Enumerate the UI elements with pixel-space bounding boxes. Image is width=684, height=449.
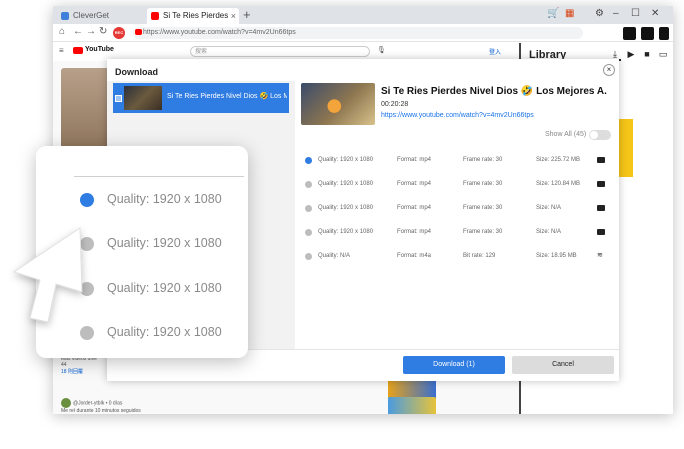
- quality-label: Quality: 1920 x 1080: [107, 281, 222, 295]
- format-radio[interactable]: [305, 229, 312, 236]
- format-cell: Format: mp4: [397, 181, 432, 187]
- quality-cell: Quality: 1920 x 1080: [318, 205, 374, 211]
- dialog-title: Download: [115, 67, 158, 77]
- size-cell: Size: N/A: [536, 229, 562, 235]
- film-icon[interactable]: ▭: [657, 49, 669, 61]
- url-field[interactable]: https://www.youtube.com/watch?v=4mv2Un66…: [133, 27, 583, 39]
- show-all-toggle[interactable]: [589, 130, 611, 140]
- quality-cell: Quality: N/A: [318, 253, 351, 259]
- youtube-search-input[interactable]: 搜索: [190, 46, 370, 57]
- youtube-icon[interactable]: ▶: [625, 49, 637, 61]
- size-cell: Size: 120.84 MB: [536, 181, 581, 187]
- mouse-cursor-icon: [12, 227, 83, 323]
- item-checkbox[interactable]: [115, 95, 122, 102]
- library-toggle-icon[interactable]: [659, 27, 669, 40]
- back-icon[interactable]: ←: [73, 26, 83, 37]
- item-thumbnail: [124, 86, 162, 110]
- format-row[interactable]: Quality: N/A Format: m4a Bit rate: 129 S…: [295, 245, 619, 269]
- size-cell: Size: 18.95 MB: [536, 253, 577, 259]
- youtube-icon: [135, 29, 142, 35]
- download-list-item[interactable]: Si Te Ries Pierdes Nivel Dios 🤣 Los Mejo…: [113, 83, 289, 113]
- cart-icon[interactable]: 🛒: [547, 8, 559, 19]
- video-icon: [597, 229, 605, 235]
- video-url[interactable]: https://www.youtube.com/watch?v=4mv2Un66…: [381, 112, 534, 119]
- format-row[interactable]: Quality: 1920 x 1080 Format: mp4 Frame r…: [295, 197, 619, 221]
- format-cell: Format: mp4: [397, 205, 432, 211]
- youtube-icon: [73, 47, 83, 54]
- address-bar: ⌂ ← → ↻ REC https://www.youtube.com/watc…: [53, 24, 673, 42]
- rec-button[interactable]: REC: [113, 27, 125, 39]
- download-options: Si Te Ries Pierdes Nivel Dios 🤣 Los Mejo…: [295, 81, 619, 349]
- quality-label: Quality: 1920 x 1080: [107, 192, 222, 206]
- video-duration: 00:20:28: [381, 101, 409, 108]
- tab-youtube-video[interactable]: Si Te Ries Pierdes Nive ×: [147, 8, 239, 36]
- show-all-label: Show All (45): [545, 131, 587, 138]
- format-row[interactable]: Quality: 1920 x 1080 Format: mp4 Frame r…: [295, 149, 619, 173]
- signin-button[interactable]: 登入: [489, 47, 501, 56]
- avatar: [61, 398, 71, 408]
- cancel-button[interactable]: Cancel: [512, 356, 614, 374]
- youtube-icon: [151, 12, 159, 20]
- window-close-icon[interactable]: ✕: [651, 8, 659, 19]
- quality-cell: Quality: 1920 x 1080: [318, 157, 374, 163]
- video-icon[interactable]: ■: [641, 49, 653, 61]
- tab-cleverget[interactable]: CleverGet: [57, 8, 145, 24]
- quality-cell: Quality: 1920 x 1080: [318, 181, 374, 187]
- quality-label: Quality: 1920 x 1080: [107, 325, 222, 339]
- format-radio[interactable]: [305, 205, 312, 212]
- format-radio[interactable]: [80, 193, 94, 207]
- frame-rate-cell: Frame rate: 30: [463, 157, 503, 163]
- lock-icon[interactable]: [623, 27, 636, 40]
- download-button[interactable]: Download (1): [403, 356, 505, 374]
- frame-rate-cell: Frame rate: 30: [463, 181, 503, 187]
- format-radio[interactable]: [305, 157, 312, 164]
- size-cell: Size: N/A: [536, 205, 562, 211]
- video-icon: [597, 205, 605, 211]
- maximize-icon[interactable]: ☐: [631, 8, 640, 19]
- format-radio[interactable]: [305, 181, 312, 188]
- minimize-icon[interactable]: –: [613, 8, 619, 19]
- video-icon: [597, 157, 605, 163]
- format-cell: Format: mp4: [397, 229, 432, 235]
- item-name: Si Te Ries Pierdes Nivel Dios 🤣 Los Mejo…: [167, 93, 287, 100]
- home-icon[interactable]: ⌂: [59, 26, 65, 37]
- format-row[interactable]: Quality: 1920 x 1080 Format: mp4 Frame r…: [295, 221, 619, 245]
- youtube-logo[interactable]: YouTube: [73, 46, 114, 54]
- comment-text: Me reí durante 10 minutos seguidos: [61, 408, 141, 414]
- quality-cell: Quality: 1920 x 1080: [318, 229, 374, 235]
- forward-icon[interactable]: →: [86, 26, 96, 37]
- mic-icon[interactable]: 🎙: [377, 46, 386, 54]
- video-thumbnail: [301, 83, 375, 125]
- quality-label: Quality: 1920 x 1080: [107, 236, 222, 250]
- bit-rate-cell: Bit rate: 129: [463, 253, 496, 259]
- tab-label: CleverGet: [73, 11, 110, 20]
- library-item-thumb[interactable]: [619, 119, 633, 177]
- close-icon[interactable]: ×: [603, 64, 615, 76]
- logo-text: YouTube: [85, 46, 114, 53]
- frame-rate-cell: Frame rate: 30: [463, 229, 503, 235]
- tab-bar: CleverGet Si Te Ries Pierdes Nive × + 🛒 …: [53, 6, 673, 36]
- frame-rate-cell: Frame rate: 30: [463, 205, 503, 211]
- close-icon[interactable]: ×: [231, 8, 236, 24]
- video-icon: [597, 181, 605, 187]
- plus-icon[interactable]: +: [243, 7, 251, 22]
- related-video-thumb[interactable]: [388, 397, 436, 414]
- audio-icon: ≋: [597, 252, 603, 259]
- reload-icon[interactable]: ↻: [99, 26, 107, 37]
- cleverget-icon: [61, 12, 69, 20]
- size-cell: Size: 225.72 MB: [536, 157, 581, 163]
- divider: [74, 176, 244, 177]
- home-dark-icon[interactable]: [641, 27, 654, 40]
- comment-author: @Jorder-ytblk • 0 días: [73, 400, 123, 407]
- format-row[interactable]: Quality: 1920 x 1080 Format: mp4 Frame r…: [295, 173, 619, 197]
- comment: @Jorder-ytblk • 0 días Me reí durante 10…: [61, 398, 181, 414]
- video-title: Si Te Ries Pierdes Nivel Dios 🤣 Los Mejo…: [381, 86, 607, 97]
- format-cell: Format: mp4: [397, 157, 432, 163]
- menu-icon[interactable]: ≡: [59, 46, 64, 55]
- url-text: https://www.youtube.com/watch?v=4mv2Un66…: [143, 29, 296, 36]
- settings-icon[interactable]: ⚙: [595, 8, 604, 19]
- gift-icon[interactable]: ▦: [565, 8, 574, 19]
- format-cell: Format: m4a: [397, 253, 432, 259]
- format-radio[interactable]: [305, 253, 312, 260]
